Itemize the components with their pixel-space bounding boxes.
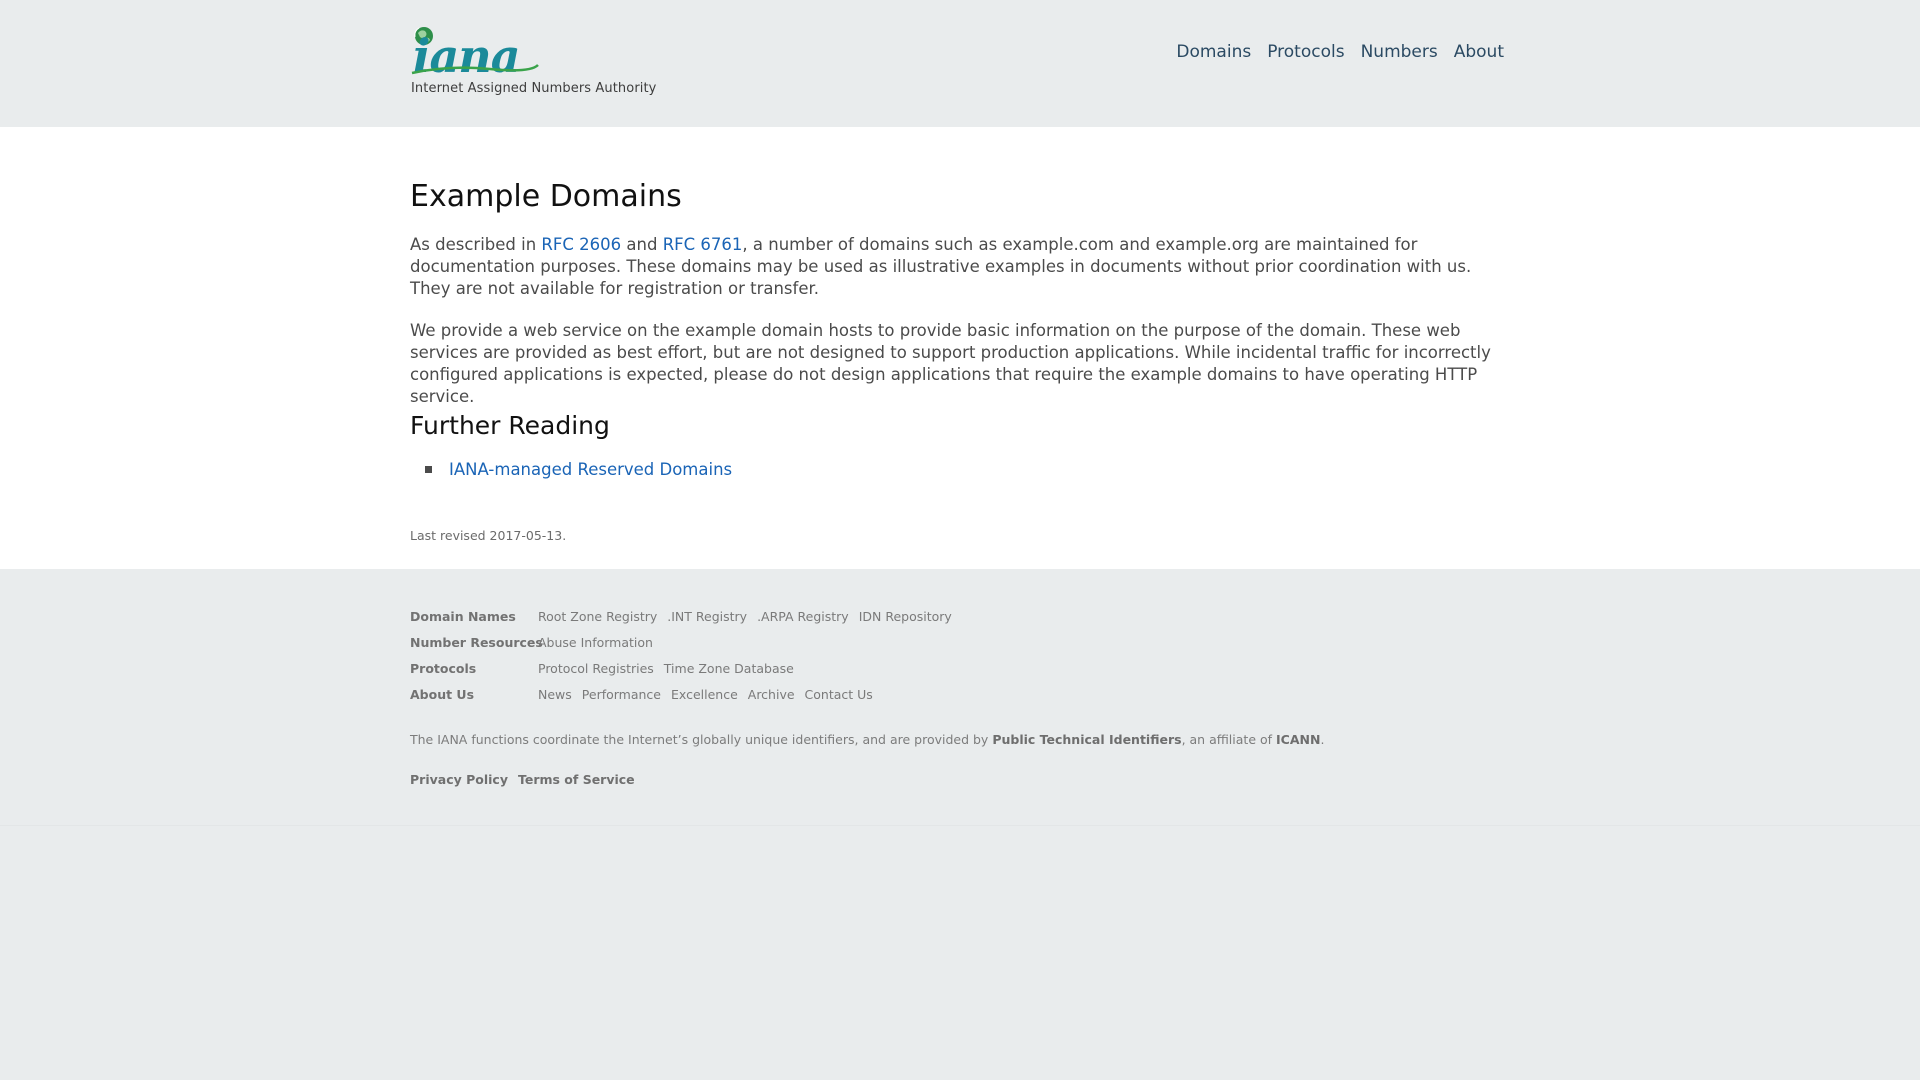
footer-row-protocols: Protocols Protocol Registries Time Zone …	[410, 661, 794, 676]
site-footer: Domain Names Root Zone Registry .INT Reg…	[0, 569, 1920, 826]
iana-logo-link[interactable]: iana Internet Assigned Numbers Authority	[410, 25, 656, 100]
footer-label: About Us	[410, 687, 475, 702]
footer-link-abuse-information[interactable]: Abuse Information	[538, 635, 653, 650]
list-item: IANA-managed Reserved Domains	[425, 460, 732, 479]
intro-paragraph: As described in RFC 2606 and RFC 6761, a…	[410, 234, 1505, 300]
nav-numbers[interactable]: Numbers	[1361, 42, 1438, 62]
logo-tagline: Internet Assigned Numbers Authority	[411, 81, 657, 96]
footer-label: Number Resources	[410, 635, 543, 650]
footer-link-root-zone-registry[interactable]: Root Zone Registry	[538, 609, 657, 624]
bullet-icon	[425, 466, 432, 473]
main-content: Example Domains	[0, 127, 1920, 569]
footer-link-contact-us[interactable]: Contact Us	[805, 687, 873, 702]
footer-label: Domain Names	[410, 609, 516, 624]
site-header: iana Internet Assigned Numbers Authority…	[0, 0, 1920, 127]
footer-links: Abuse Information	[538, 635, 653, 650]
footer-link-idn-repository[interactable]: IDN Repository	[859, 609, 952, 624]
page-title: Example Domains	[410, 179, 682, 214]
footer-link-time-zone-database[interactable]: Time Zone Database	[664, 661, 794, 676]
rfc-6761-link[interactable]: RFC 6761	[663, 235, 743, 254]
footer-note-text-1: The IANA functions coordinate the Intern…	[410, 732, 993, 747]
footer-link-protocol-registries[interactable]: Protocol Registries	[538, 661, 654, 676]
footer-link-excellence[interactable]: Excellence	[671, 687, 738, 702]
icann-name: ICANN	[1276, 732, 1321, 747]
footer-row-number-resources: Number Resources Abuse Information	[410, 635, 653, 650]
iana-logo-mark: iana	[411, 27, 539, 77]
page-bottom	[0, 826, 1920, 1080]
footer-note: The IANA functions coordinate the Intern…	[410, 732, 1324, 747]
footer-links: Root Zone Registry .INT Registry .ARPA R…	[538, 609, 952, 624]
footer-links: Protocol Registries Time Zone Database	[538, 661, 794, 676]
footer-link-archive[interactable]: Archive	[748, 687, 795, 702]
intro-text-1: As described in	[410, 235, 542, 254]
footer-row-domain-names: Domain Names Root Zone Registry .INT Reg…	[410, 609, 952, 624]
terms-of-service-link[interactable]: Terms of Service	[518, 772, 635, 787]
nav-about[interactable]: About	[1454, 42, 1504, 62]
privacy-policy-link[interactable]: Privacy Policy	[410, 772, 508, 787]
footer-label: Protocols	[410, 661, 477, 676]
intro-text-2: and	[621, 235, 663, 254]
pti-name: Public Technical Identifiers	[992, 732, 1182, 747]
nav-protocols[interactable]: Protocols	[1267, 42, 1344, 62]
footer-note-text-2: , an affiliate of	[1181, 732, 1277, 747]
legal-links: Privacy Policy Terms of Service	[410, 772, 635, 787]
footer-links: News Performance Excellence Archive Cont…	[538, 687, 873, 702]
nav-domains[interactable]: Domains	[1176, 42, 1251, 62]
footer-note-text-3: .	[1320, 732, 1325, 747]
further-reading-list: IANA-managed Reserved Domains	[425, 460, 732, 479]
footer-row-about-us: About Us News Performance Excellence Arc…	[410, 687, 873, 702]
rfc-2606-link[interactable]: RFC 2606	[541, 235, 621, 254]
footer-link-news[interactable]: News	[538, 687, 572, 702]
page: iana Internet Assigned Numbers Authority…	[0, 0, 1920, 1080]
reserved-domains-link[interactable]: IANA-managed Reserved Domains	[449, 460, 732, 479]
footer-link-performance[interactable]: Performance	[582, 687, 661, 702]
footer-link-arpa-registry[interactable]: .ARPA Registry	[757, 609, 849, 624]
footer-link-int-registry[interactable]: .INT Registry	[667, 609, 747, 624]
main-nav: Domains Protocols Numbers About	[1176, 42, 1504, 62]
